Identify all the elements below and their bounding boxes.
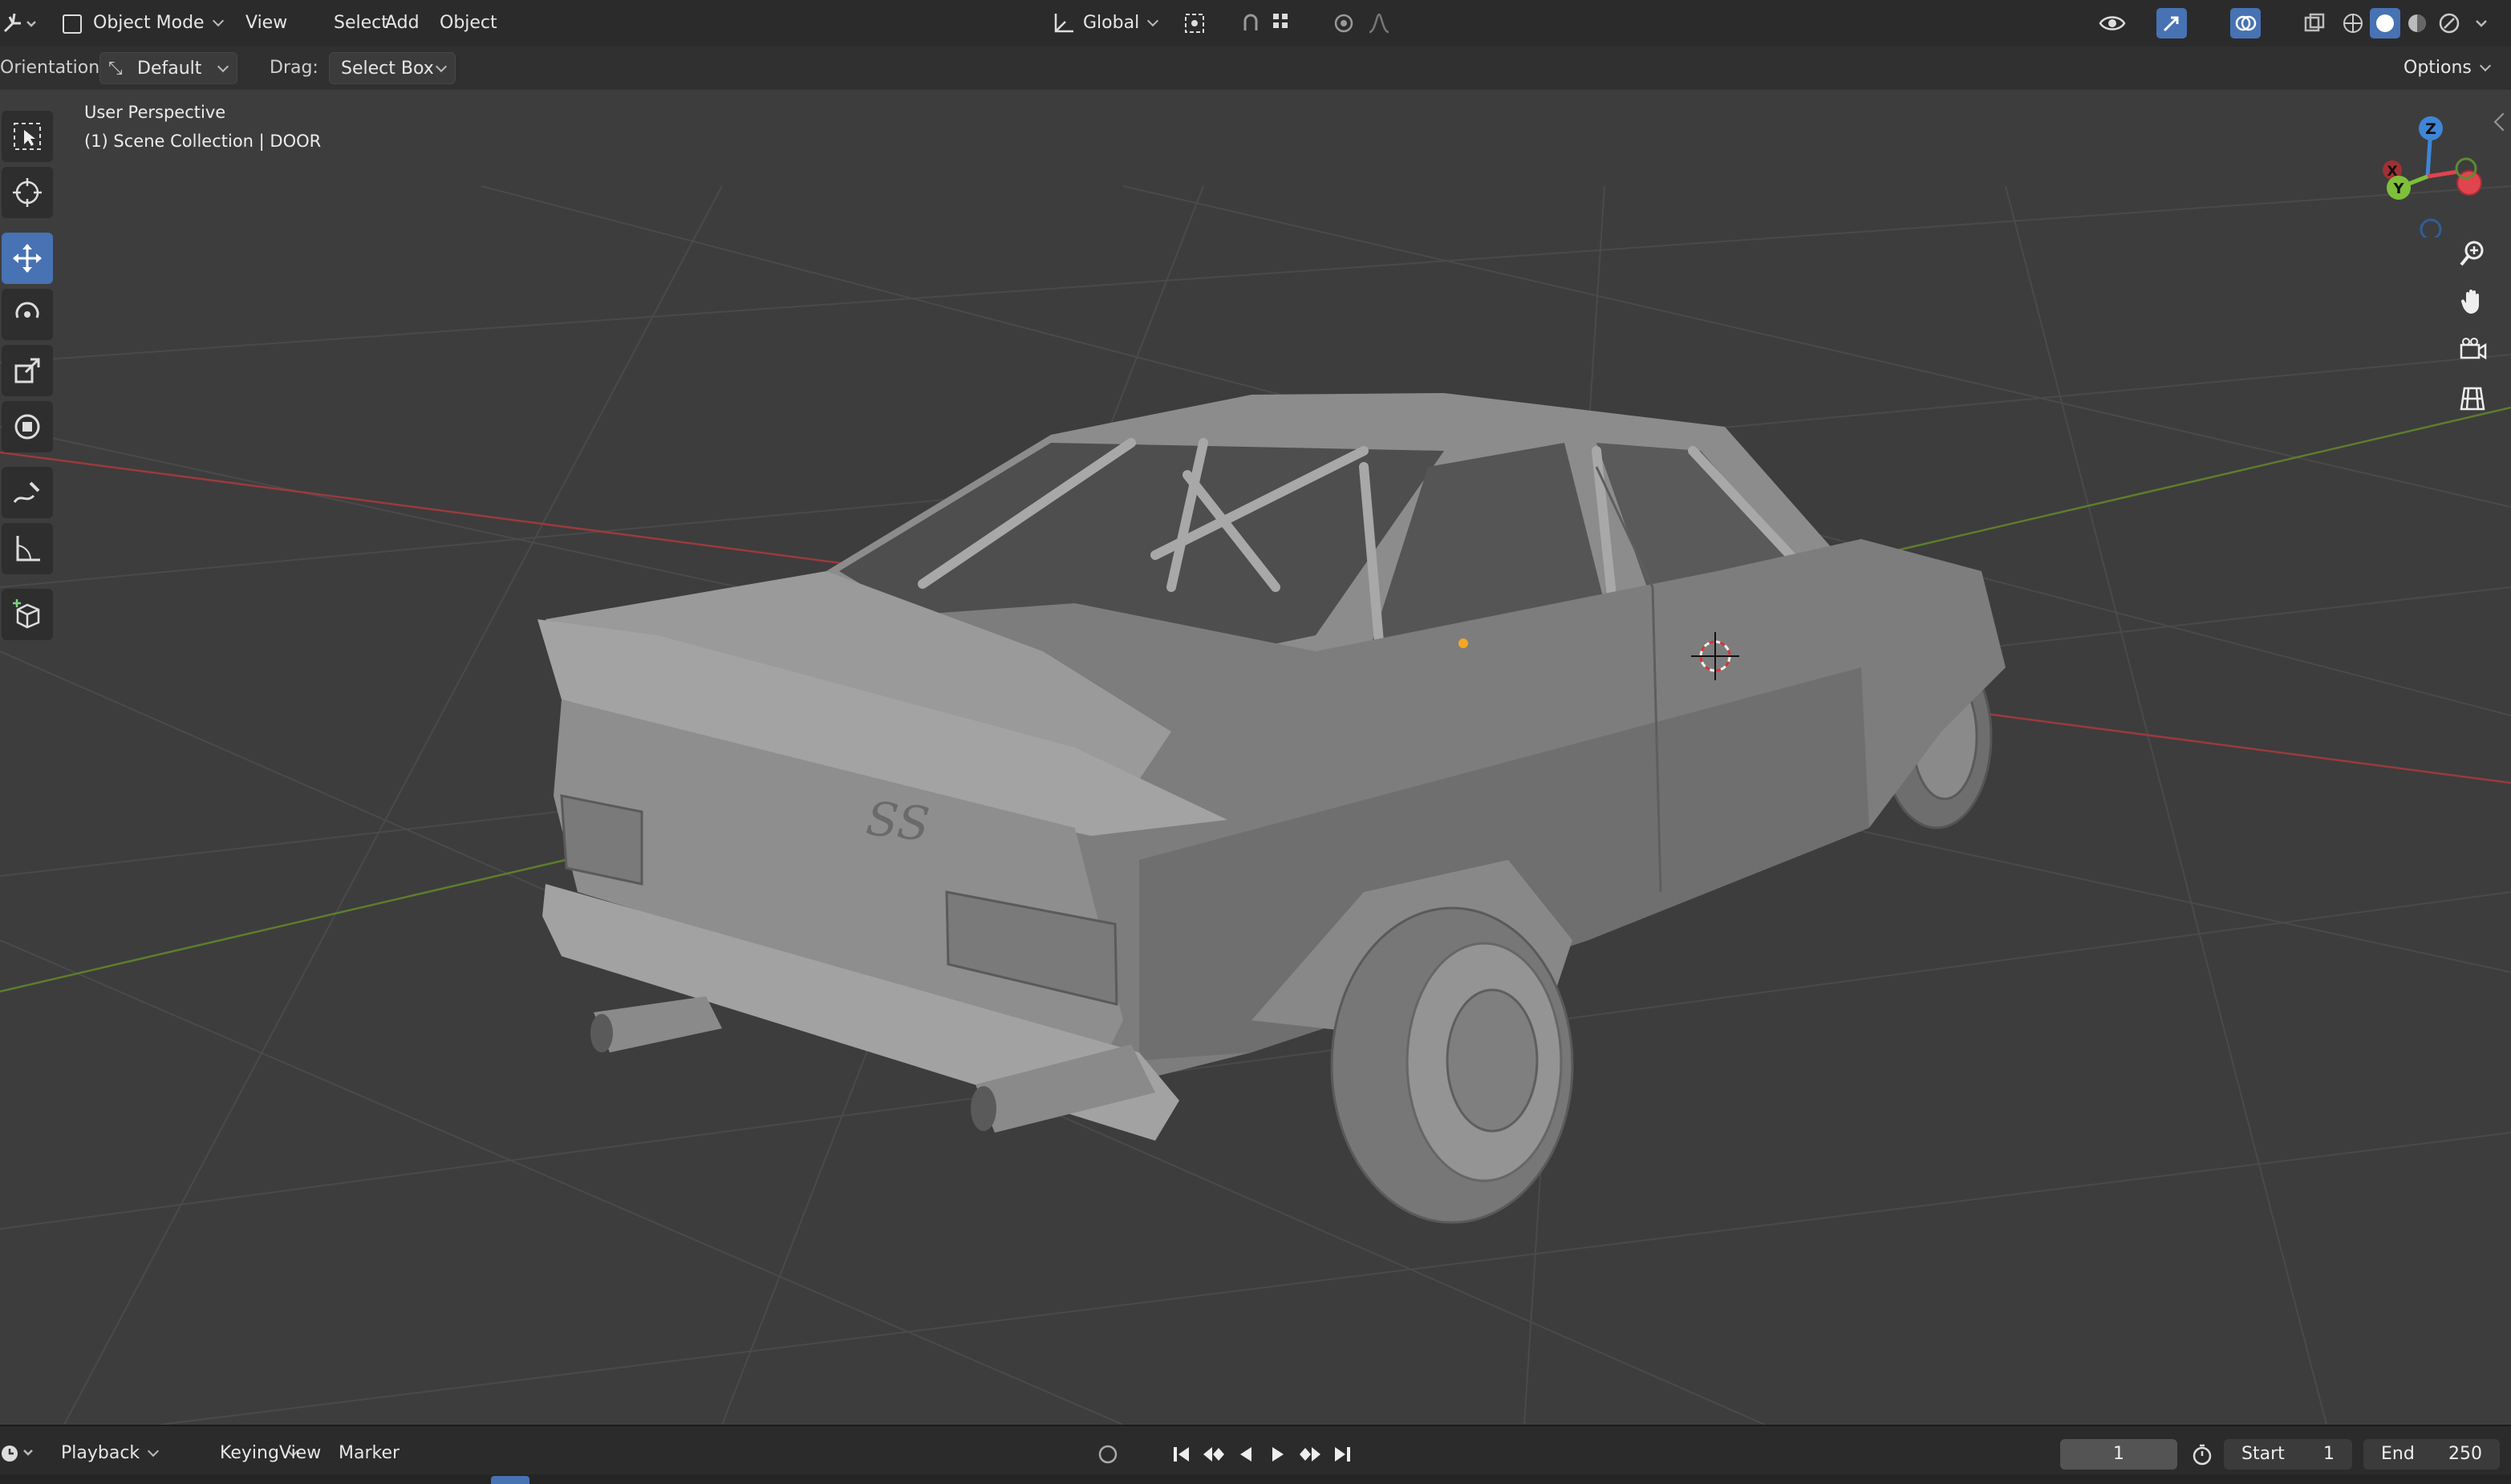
playback-menu[interactable]: Playback xyxy=(50,1437,167,1470)
playback-label: Playback xyxy=(61,1443,140,1463)
move-tool[interactable] xyxy=(2,233,53,284)
view-name: User Perspective xyxy=(84,103,226,122)
gizmo-z-label: Z xyxy=(2425,120,2436,138)
viewport-scene xyxy=(0,185,2511,1425)
jump-start-icon[interactable] xyxy=(1166,1439,1197,1470)
overlay-icon[interactable] xyxy=(2230,8,2261,39)
timeline-header: Playback Keying View Marker 1 Start 1 En… xyxy=(0,1425,2511,1484)
editor-type-icon xyxy=(3,13,36,33)
orientation-label: Global xyxy=(1083,13,1140,33)
stopwatch-icon[interactable] xyxy=(2187,1439,2217,1470)
drag-label: Drag: xyxy=(270,58,318,78)
orientation-value: Default xyxy=(137,59,202,79)
snap-target-icon[interactable] xyxy=(1268,8,1298,39)
transform-tool[interactable] xyxy=(2,401,53,452)
scale-tool[interactable] xyxy=(2,345,53,396)
grid-ortho-icon[interactable] xyxy=(2452,377,2493,419)
select-box-tool[interactable] xyxy=(2,111,53,162)
orientation-label: Orientation: xyxy=(0,58,106,78)
mode-label: Object Mode xyxy=(93,13,205,33)
start-frame-field[interactable]: Start 1 xyxy=(2224,1439,2352,1470)
tool-settings-header: Orientation: ⤡ Default Drag: Select Box … xyxy=(0,47,2511,90)
rotate-tool[interactable] xyxy=(2,289,53,340)
end-frame-field[interactable]: End 250 xyxy=(2363,1439,2500,1470)
shading-options-chevron-icon[interactable] xyxy=(2466,8,2497,39)
keying-label: Keying xyxy=(220,1443,279,1463)
xray-icon[interactable] xyxy=(2299,8,2330,39)
orientation-dropdown[interactable]: ⤡ Default xyxy=(99,52,237,84)
menu-view[interactable]: View xyxy=(237,7,295,39)
play-icon[interactable] xyxy=(1263,1439,1293,1470)
timeline-editor-type-button[interactable] xyxy=(0,1437,40,1470)
material-shading-icon[interactable] xyxy=(2402,8,2432,39)
rendered-shading-icon[interactable] xyxy=(2434,8,2464,39)
solid-shading-icon[interactable] xyxy=(2370,8,2400,39)
cursor-tool[interactable] xyxy=(2,167,53,218)
prev-keyframe-icon[interactable] xyxy=(1199,1439,1229,1470)
menu-object[interactable]: Object xyxy=(432,7,505,39)
add-cube-tool[interactable] xyxy=(2,589,53,640)
playhead-marker[interactable] xyxy=(491,1476,529,1484)
clock-icon xyxy=(2,1445,33,1462)
editor-type-button[interactable] xyxy=(0,7,42,39)
play-reverse-icon[interactable] xyxy=(1231,1439,1261,1470)
mode-dropdown[interactable]: Object Mode xyxy=(56,7,232,39)
snap-icon[interactable] xyxy=(1235,8,1266,39)
trunk-badge-text: SS xyxy=(863,791,932,852)
orientation-default-icon: ⤡ xyxy=(108,59,123,79)
timeline-view-menu[interactable]: View xyxy=(271,1437,329,1470)
start-label: Start xyxy=(2241,1444,2285,1464)
3d-viewport[interactable]: SS User Perspective (1) Scene Collection… xyxy=(0,90,2511,1425)
zoom-icon[interactable] xyxy=(2452,233,2493,274)
annotate-tool[interactable] xyxy=(2,467,53,518)
gizmo-icon[interactable] xyxy=(2156,8,2187,39)
end-value: 250 xyxy=(2448,1444,2482,1464)
transform-orientation-dropdown[interactable]: Global xyxy=(1046,7,1166,39)
orientation-axes-icon xyxy=(1054,14,1073,33)
record-icon[interactable] xyxy=(1093,1439,1123,1470)
proportional-edit-icon[interactable] xyxy=(1329,8,1359,39)
options-dropdown[interactable]: Options xyxy=(2384,52,2499,84)
gizmo-y-label: Y xyxy=(2392,180,2404,197)
measure-tool[interactable] xyxy=(2,523,53,574)
frame-ruler[interactable] xyxy=(0,1474,2511,1484)
marker-menu[interactable]: Marker xyxy=(331,1437,408,1470)
drag-dropdown[interactable]: Select Box xyxy=(329,52,456,84)
pivot-icon[interactable] xyxy=(1179,8,1210,39)
hand-pan-icon[interactable] xyxy=(2452,281,2493,322)
falloff-icon[interactable] xyxy=(1364,8,1394,39)
start-value: 1 xyxy=(2323,1444,2335,1464)
navigation-gizmo[interactable]: Z X Y xyxy=(2367,101,2487,237)
menu-add[interactable]: Add xyxy=(377,7,428,39)
options-label: Options xyxy=(2404,58,2472,78)
camera-icon[interactable] xyxy=(2452,329,2493,371)
drag-value: Select Box xyxy=(341,59,434,79)
viewport-header: Object Mode View Select Add Object Globa… xyxy=(0,0,2511,47)
next-keyframe-icon[interactable] xyxy=(1295,1439,1325,1470)
end-label: End xyxy=(2381,1444,2415,1464)
collection-info: (1) Scene Collection | DOOR xyxy=(84,132,322,151)
wireframe-shading-icon[interactable] xyxy=(2338,8,2368,39)
jump-end-icon[interactable] xyxy=(1327,1439,1357,1470)
visibility-icon[interactable] xyxy=(2097,8,2128,39)
object-mode-icon xyxy=(63,14,82,34)
current-frame-field[interactable]: 1 xyxy=(2060,1439,2177,1470)
